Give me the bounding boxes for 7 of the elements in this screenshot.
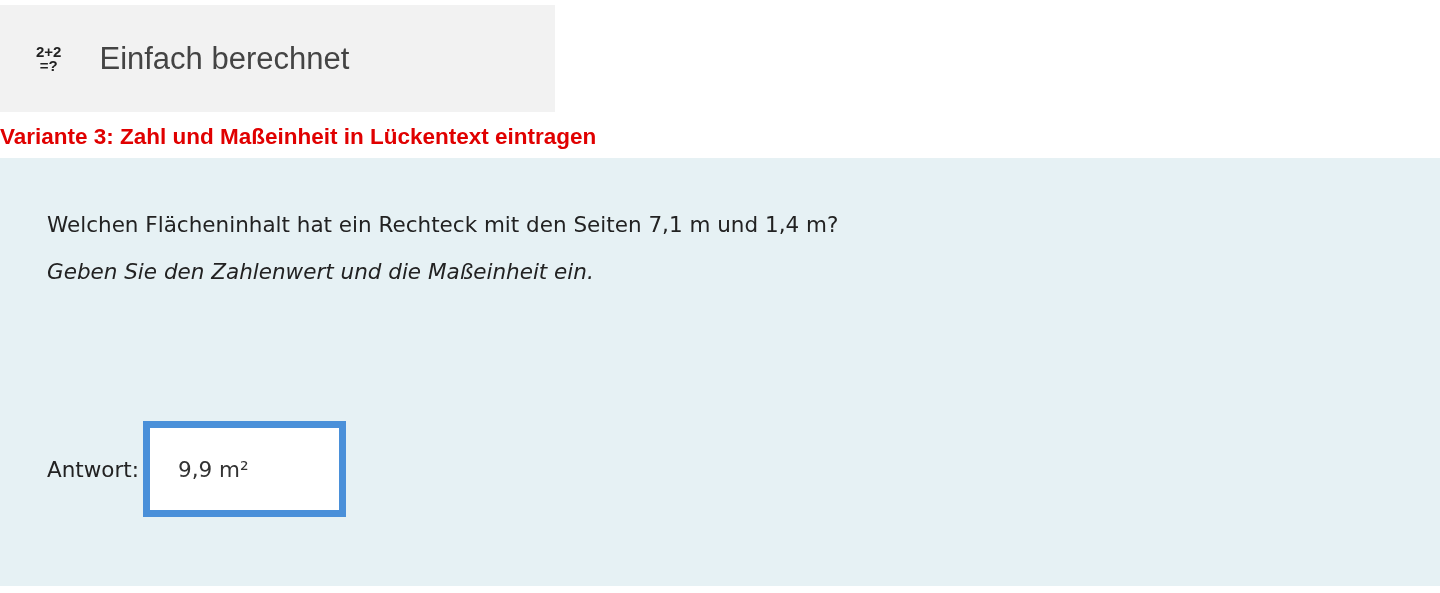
variant-heading: Variante 3: Zahl und Maßeinheit in Lückentext eintragen: [0, 123, 598, 151]
instruction-text: Geben Sie den Zahlenwert und die Maßeinheit ein.: [47, 259, 595, 284]
answer-label: Antwort:: [47, 456, 139, 482]
question-text: Welchen Flächeninhalt hat ein Rechteck mit den Seiten 7,1 m und 1,4 m?: [47, 212, 840, 237]
math-icon: 2+2 =?: [36, 44, 62, 73]
header-title: Einfach berechnet: [99, 40, 350, 77]
answer-field[interactable]: 9,9 m²: [143, 421, 346, 517]
